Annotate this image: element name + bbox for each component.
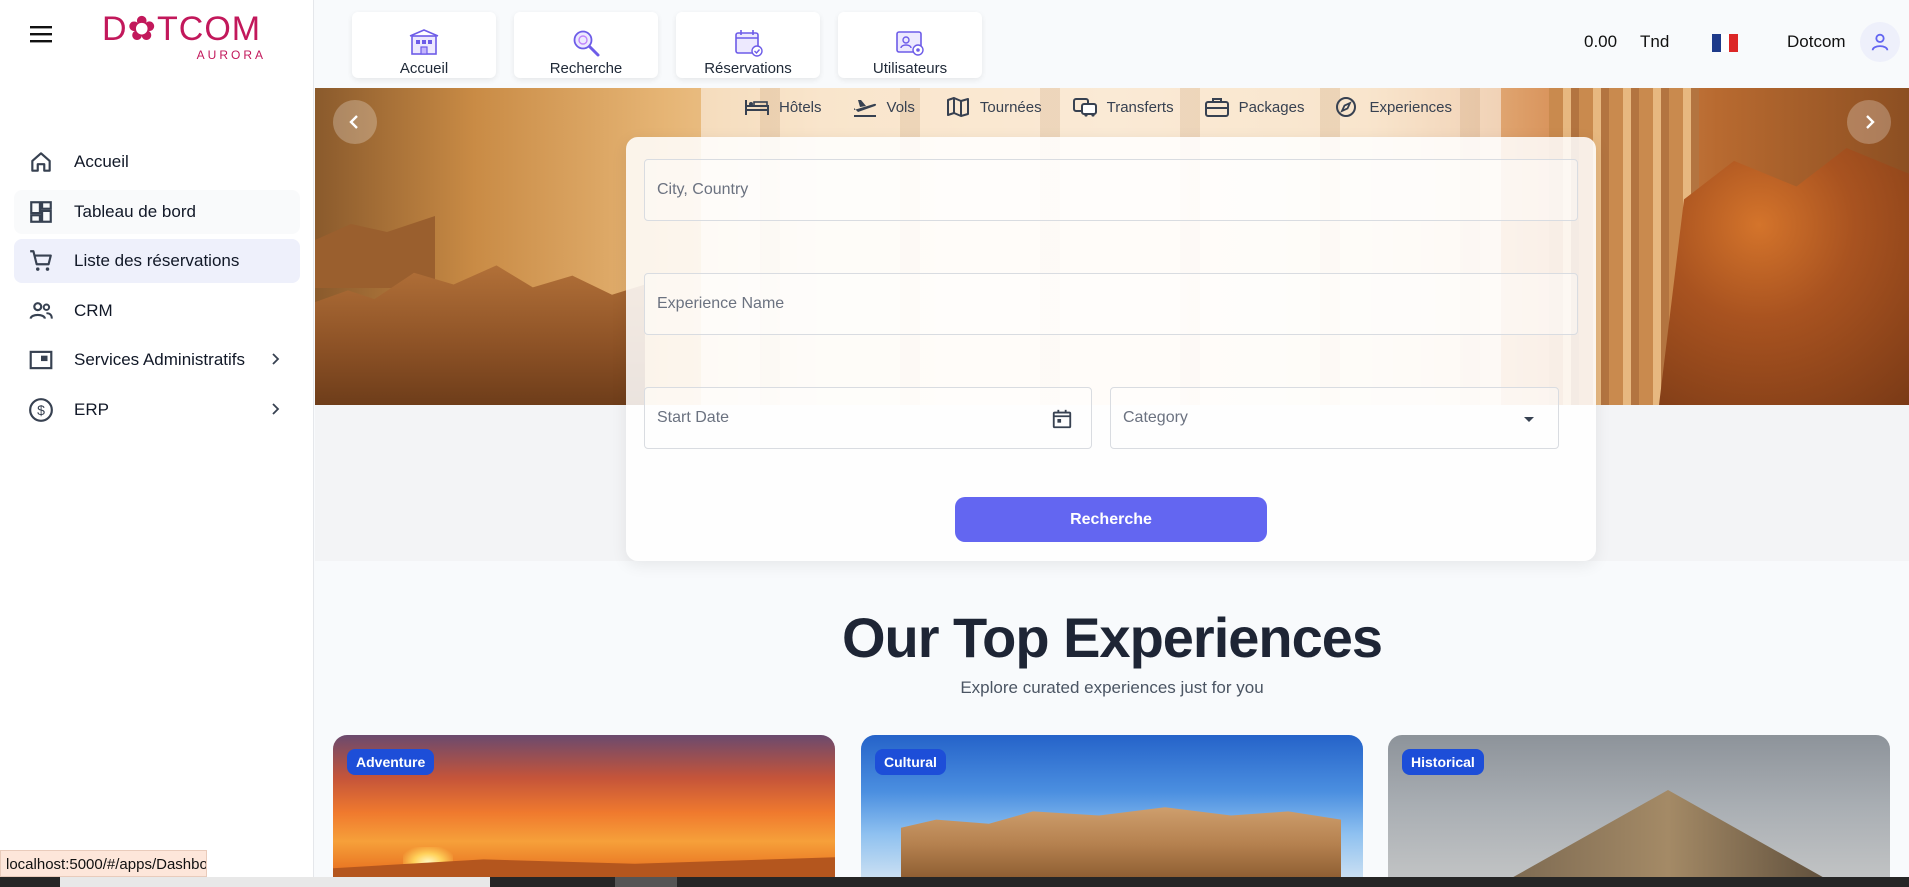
sidebar-item-label: ERP xyxy=(74,399,109,419)
experience-name-placeholder: Experience Name xyxy=(657,295,785,312)
currency-label: Tnd xyxy=(1640,32,1670,51)
start-date-placeholder: Start Date xyxy=(657,409,730,426)
sidebar-item-label: Accueil xyxy=(74,152,129,171)
balance-amount: 0.00 xyxy=(1584,32,1618,51)
dollar-icon: $ xyxy=(28,397,54,423)
topnav-label: Accueil xyxy=(399,60,449,77)
compass-icon xyxy=(1334,96,1360,118)
tab-tournees[interactable]: Tournées xyxy=(945,96,1042,118)
svg-text:$: $ xyxy=(37,401,45,417)
sidebar-item-accueil[interactable]: Accueil xyxy=(14,140,300,184)
section-subtitle: Explore curated experiences just for you xyxy=(960,678,1264,697)
category-badge: Adventure xyxy=(347,749,435,775)
start-date-input[interactable]: Start Date xyxy=(644,387,1092,449)
sidebar-nav: Accueil Tableau de bord Liste des réserv… xyxy=(14,140,300,437)
bed-icon xyxy=(744,96,770,118)
logo-text: D✿TCOM xyxy=(102,10,262,48)
avatar[interactable] xyxy=(1860,22,1900,62)
sidebar-item-services-administratifs[interactable]: Services Administratifs xyxy=(14,338,300,382)
sidebar-item-liste-des-reservations[interactable]: Liste des réservations xyxy=(14,239,300,283)
section-title: Our Top Experiences xyxy=(841,606,1383,669)
briefcase-icon xyxy=(1204,96,1230,118)
experience-card-historical[interactable]: Historical xyxy=(1388,735,1890,877)
status-url-bar: localhost:5000/#/apps/Dashbo xyxy=(0,850,207,877)
topnav-label: Réservations xyxy=(704,60,792,77)
carousel-prev-button[interactable] xyxy=(333,100,377,144)
logo-subtitle: AURORA xyxy=(196,48,266,62)
experience-card-adventure[interactable]: Adventure xyxy=(333,735,835,877)
city-country-input[interactable]: City, Country xyxy=(644,159,1578,221)
map-icon xyxy=(945,96,971,118)
topnav-accueil[interactable]: Accueil xyxy=(352,12,496,78)
chevron-right-icon xyxy=(1861,114,1877,130)
menu-toggle-icon[interactable] xyxy=(30,24,60,46)
topnav-utilisateurs[interactable]: Utilisateurs xyxy=(838,12,982,78)
city-country-placeholder: City, Country xyxy=(657,181,749,198)
user-card-icon xyxy=(894,28,926,58)
tab-hotels[interactable]: Hôtels xyxy=(744,96,822,118)
sidebar-item-erp[interactable]: $ ERP xyxy=(14,388,300,432)
tab-vols[interactable]: Vols xyxy=(852,96,915,118)
topnav-label: Utilisateurs xyxy=(872,60,948,77)
category-badge: Historical xyxy=(1402,749,1484,775)
pyramid-image xyxy=(1508,790,1828,877)
experience-name-input[interactable]: Experience Name xyxy=(644,273,1578,335)
user-icon xyxy=(1869,31,1891,53)
carousel-next-button[interactable] xyxy=(1847,100,1891,144)
topnav-recherche[interactable]: Recherche xyxy=(514,12,658,78)
card-icon xyxy=(28,347,54,373)
logo[interactable]: D✿TCOM AURORA xyxy=(100,8,270,62)
sidebar-item-label: Tableau de bord xyxy=(74,201,196,221)
top-nav: Accueil Recherche Réservations Utilisate… xyxy=(352,12,982,78)
ksar-building-image xyxy=(901,807,1341,877)
search-button[interactable]: Recherche xyxy=(955,497,1267,542)
user-name: Dotcom xyxy=(1787,32,1846,51)
sidebar-item-label: Liste des réservations xyxy=(74,251,240,270)
tab-label: Packages xyxy=(1238,98,1305,116)
cart-icon xyxy=(28,248,54,274)
tab-label: Transferts xyxy=(1106,98,1174,116)
hotel-building-icon xyxy=(408,28,440,58)
tab-label: Vols xyxy=(886,98,915,116)
tab-label: Tournées xyxy=(979,98,1042,116)
taskbar-search-box[interactable] xyxy=(60,877,490,887)
calendar-icon[interactable] xyxy=(1051,408,1073,430)
taskbar-app-button[interactable] xyxy=(615,877,677,887)
tab-label: Hôtels xyxy=(779,98,822,116)
category-placeholder: Category xyxy=(1123,409,1188,426)
category-select[interactable]: Category xyxy=(1110,387,1559,449)
chevron-left-icon xyxy=(347,114,363,130)
dropdown-arrow-icon xyxy=(1518,408,1540,430)
bus-icon xyxy=(1072,96,1098,118)
topnav-reservations[interactable]: Réservations xyxy=(676,12,820,78)
people-icon xyxy=(28,298,54,324)
os-taskbar xyxy=(0,877,1909,887)
category-badge: Cultural xyxy=(875,749,946,775)
calendar-check-icon xyxy=(732,28,764,58)
chevron-right-icon xyxy=(268,352,282,366)
plane-icon xyxy=(852,96,878,118)
tab-packages[interactable]: Packages xyxy=(1204,96,1305,118)
topnav-label: Recherche xyxy=(549,60,623,77)
sidebar-item-crm[interactable]: CRM xyxy=(14,289,300,333)
tab-transferts[interactable]: Transferts xyxy=(1072,96,1174,118)
magnifier-icon xyxy=(570,28,602,58)
tab-label: Experiences xyxy=(1369,98,1452,116)
tab-experiences[interactable]: Experiences xyxy=(1334,96,1452,118)
sidebar-item-label: Services Administratifs xyxy=(74,350,245,369)
sidebar-item-label: CRM xyxy=(74,300,113,320)
chevron-right-icon xyxy=(268,402,282,416)
service-tabs: Hôtels Vols Tournées Transferts Packages… xyxy=(744,96,1482,118)
sidebar: D✿TCOM AURORA Accueil Tableau de bord Li… xyxy=(0,0,314,887)
dashboard-icon xyxy=(28,199,54,225)
experience-card-cultural[interactable]: Cultural xyxy=(861,735,1363,877)
sidebar-item-tableau-de-bord[interactable]: Tableau de bord xyxy=(14,189,300,234)
home-icon xyxy=(28,149,54,175)
french-flag-icon[interactable] xyxy=(1712,34,1739,52)
